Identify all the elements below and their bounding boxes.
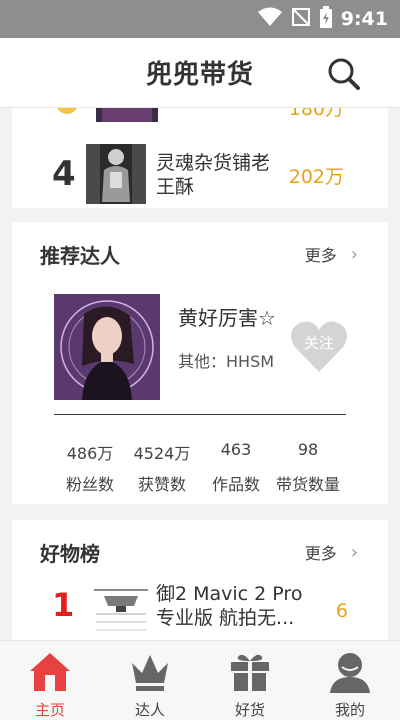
- tab-talents[interactable]: 达人: [110, 649, 190, 720]
- rank-number: 1: [52, 586, 75, 624]
- no-signal-icon: [291, 7, 311, 31]
- tab-label: 我的: [334, 701, 365, 719]
- divider: [54, 414, 346, 415]
- bottom-tab-bar: 主页 达人 好货 我的: [0, 640, 400, 720]
- stat-label: 粉丝数: [65, 475, 114, 494]
- stat-value: 98: [297, 440, 319, 459]
- status-bar: 9:41: [0, 0, 400, 38]
- crown-icon: [110, 649, 190, 695]
- chevron-right-icon: ›: [350, 243, 358, 265]
- stat-label: 作品数: [211, 475, 260, 494]
- stat-likes: 4524万 获赞数: [122, 440, 202, 495]
- tab-me[interactable]: 我的: [310, 649, 390, 720]
- status-time: 9:41: [340, 8, 388, 30]
- product-value: 6: [335, 600, 348, 622]
- more-link[interactable]: 更多 ›: [305, 242, 358, 266]
- list-item[interactable]: 180万: [12, 108, 388, 134]
- talent-name: 黄好厉害☆: [178, 306, 276, 330]
- tab-label: 达人: [134, 701, 165, 719]
- recommended-talents-card: 推荐达人 更多 › 黄好厉害☆ 其他：HHSM 关注 486万 粉丝数 4524…: [12, 222, 388, 504]
- stat-sales: 98 带货数量: [268, 440, 348, 495]
- product-thumbnail: [90, 582, 152, 638]
- chevron-right-icon: ›: [350, 541, 358, 563]
- gift-icon: [210, 649, 290, 695]
- rank-name: 灵魂杂货铺老王酥: [156, 152, 271, 198]
- user-icon: [310, 649, 390, 695]
- tab-home[interactable]: 主页: [10, 649, 90, 720]
- battery-icon: [319, 6, 333, 32]
- product-name: 御2 Mavic 2 Pro专业版 航拍无...: [156, 583, 303, 629]
- wifi-icon: [257, 7, 283, 31]
- search-icon: [328, 58, 360, 90]
- home-icon: [10, 649, 90, 695]
- stat-value: 486万: [66, 444, 114, 463]
- stat-value: 463: [220, 440, 252, 459]
- stat-fans: 486万 粉丝数: [50, 440, 130, 495]
- section-title: 推荐达人: [40, 244, 120, 268]
- follow-button[interactable]: 关注: [290, 320, 348, 374]
- stat-label: 带货数量: [275, 475, 340, 494]
- main-content[interactable]: 180万 4 灵魂杂货铺老王酥 202万 推荐达人 更多 › 黄好厉害☆ 其他：…: [0, 108, 400, 640]
- tab-label: 主页: [34, 701, 65, 719]
- stat-works: 463 作品数: [196, 440, 276, 495]
- talent-category: 其他：HHSM: [178, 352, 275, 371]
- more-link[interactable]: 更多 ›: [305, 540, 358, 564]
- tab-label: 好货: [234, 701, 265, 719]
- rank-number: 4: [52, 154, 76, 194]
- stat-label: 获赞数: [137, 475, 186, 494]
- app-header: 兜兜带货: [0, 38, 400, 108]
- more-label: 更多: [304, 544, 337, 563]
- medal-icon: [56, 108, 78, 114]
- more-label: 更多: [304, 246, 337, 265]
- rank-value: 202万: [288, 166, 344, 188]
- section-title: 好物榜: [40, 542, 100, 566]
- tab-goods[interactable]: 好货: [210, 649, 290, 720]
- rank-value: 180万: [288, 108, 344, 120]
- list-item[interactable]: 4 灵魂杂货铺老王酥 202万: [12, 144, 388, 204]
- shop-thumbnail: [96, 108, 158, 122]
- avatar[interactable]: [54, 294, 160, 400]
- good-products-card: 好物榜 更多 › 1 御2 Mavic 2 Pro专业版 航拍无... 6: [12, 520, 388, 640]
- shop-thumbnail: [86, 144, 146, 204]
- follow-label: 关注: [303, 334, 334, 352]
- stat-value: 4524万: [133, 444, 191, 463]
- ranking-card: 180万 4 灵魂杂货铺老王酥 202万: [12, 108, 388, 208]
- search-button[interactable]: [326, 56, 362, 92]
